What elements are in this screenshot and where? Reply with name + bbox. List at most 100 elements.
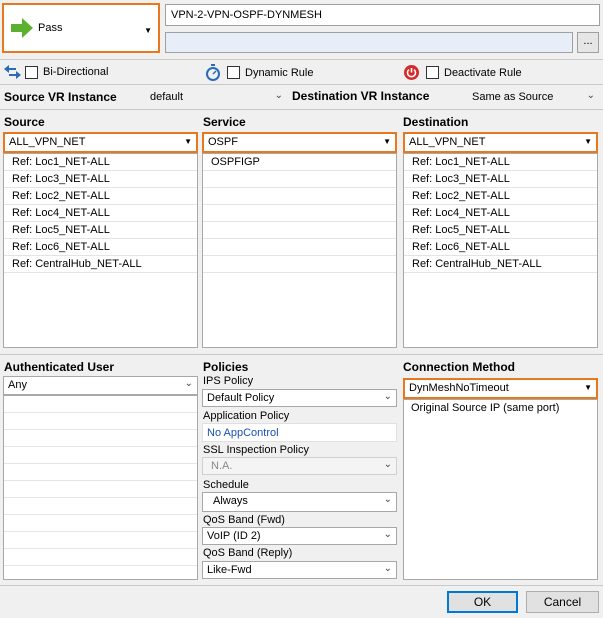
deactivate-rule-option[interactable]: Deactivate Rule: [404, 65, 522, 80]
list-item[interactable]: Ref: Loc6_NET-ALL: [404, 239, 597, 256]
dynamic-rule-checkbox[interactable]: [227, 66, 240, 79]
rule-comment-field[interactable]: [165, 32, 573, 53]
source-vr-dropdown[interactable]: default ⌄: [146, 89, 287, 108]
destination-vr-label: Destination VR Instance: [292, 89, 430, 103]
chevron-down-icon: ⌄: [383, 529, 392, 540]
bidirectional-arrows-icon: [4, 65, 21, 79]
bidirectional-label: Bi-Directional: [43, 66, 109, 78]
caret-down-icon: ▼: [184, 137, 192, 146]
source-dropdown[interactable]: ALL_VPN_NET ▼: [3, 132, 198, 153]
auth-user-list[interactable]: [3, 395, 198, 580]
dynamic-rule-label: Dynamic Rule: [245, 66, 314, 79]
source-list[interactable]: Ref: Loc1_NET-ALL Ref: Loc3_NET-ALL Ref:…: [3, 153, 198, 348]
auth-user-dropdown[interactable]: Any ⌄: [3, 376, 198, 395]
list-item[interactable]: Ref: Loc1_NET-ALL: [404, 154, 597, 171]
qos-reply-value: Like-Fwd: [207, 564, 252, 576]
chevron-down-icon: ⌄: [274, 90, 283, 101]
power-icon: [404, 65, 419, 80]
divider: [0, 585, 603, 586]
ips-policy-label: IPS Policy: [203, 375, 254, 387]
list-item[interactable]: Ref: Loc5_NET-ALL: [404, 222, 597, 239]
destination-header: Destination: [403, 115, 469, 129]
more-button[interactable]: ...: [577, 32, 599, 53]
chevron-down-icon: ⌄: [586, 90, 595, 101]
schedule-dropdown[interactable]: Always ⌄: [202, 492, 397, 512]
schedule-label: Schedule: [203, 479, 249, 491]
source-header: Source: [4, 115, 45, 129]
application-policy-label: Application Policy: [203, 410, 290, 422]
bidirectional-option[interactable]: Bi-Directional: [4, 65, 108, 79]
service-dropdown[interactable]: OSPF ▼: [202, 132, 397, 153]
divider: [0, 354, 603, 355]
stopwatch-icon: [206, 64, 220, 81]
list-item[interactable]: OSPFIGP: [203, 154, 396, 171]
list-item: [203, 171, 396, 188]
list-item: [203, 188, 396, 205]
auth-user-header: Authenticated User: [4, 360, 115, 374]
list-item[interactable]: Ref: Loc2_NET-ALL: [404, 188, 597, 205]
chevron-down-icon: ⌄: [383, 459, 392, 470]
list-item[interactable]: Ref: Loc2_NET-ALL: [4, 188, 197, 205]
ssl-policy-dropdown: N.A. ⌄: [202, 457, 397, 475]
list-item: [203, 239, 396, 256]
caret-down-icon: ▼: [144, 26, 152, 35]
ok-button[interactable]: OK: [447, 591, 518, 613]
dynamic-rule-option[interactable]: Dynamic Rule: [205, 64, 313, 81]
action-dropdown[interactable]: Pass ▼: [2, 3, 160, 53]
auth-user-value: Any: [8, 379, 27, 391]
chevron-down-icon: ⌄: [383, 494, 392, 505]
caret-down-icon: ▼: [383, 137, 391, 146]
ips-policy-dropdown[interactable]: Default Policy ⌄: [202, 389, 397, 407]
list-item[interactable]: Ref: CentralHub_NET-ALL: [404, 256, 597, 273]
list-item[interactable]: Ref: Loc1_NET-ALL: [4, 154, 197, 171]
source-selected: ALL_VPN_NET: [9, 136, 86, 148]
divider: [0, 109, 603, 110]
list-item[interactable]: Original Source IP (same port): [404, 400, 597, 417]
destination-vr-dropdown[interactable]: Same as Source ⌄: [468, 89, 599, 108]
service-selected: OSPF: [208, 136, 238, 148]
qos-fwd-value: VoIP (ID 2): [207, 530, 261, 542]
chevron-down-icon: ⌄: [383, 391, 392, 402]
application-policy-link[interactable]: No AppControl: [202, 423, 397, 442]
chevron-down-icon: ⌄: [184, 378, 193, 389]
list-item[interactable]: Ref: Loc3_NET-ALL: [4, 171, 197, 188]
list-item[interactable]: Ref: Loc3_NET-ALL: [404, 171, 597, 188]
list-item: [203, 205, 396, 222]
rule-name-field[interactable]: VPN-2-VPN-OSPF-DYNMESH: [165, 4, 600, 26]
divider: [0, 84, 603, 85]
list-item[interactable]: Ref: CentralHub_NET-ALL: [4, 256, 197, 273]
green-arrow-icon: [11, 18, 33, 38]
ssl-policy-label: SSL Inspection Policy: [203, 444, 309, 456]
ssl-policy-value: N.A.: [211, 460, 233, 472]
source-vr-label: Source VR Instance: [4, 90, 117, 104]
list-item[interactable]: Ref: Loc4_NET-ALL: [4, 205, 197, 222]
qos-reply-label: QoS Band (Reply): [203, 547, 293, 559]
service-header: Service: [203, 115, 246, 129]
destination-selected: ALL_VPN_NET: [409, 136, 486, 148]
caret-down-icon: ▼: [584, 137, 592, 146]
qos-fwd-label: QoS Band (Fwd): [203, 514, 285, 526]
source-vr-value: default: [150, 91, 184, 103]
deactivate-rule-checkbox[interactable]: [426, 66, 439, 79]
bidirectional-checkbox[interactable]: [25, 65, 38, 79]
divider: [0, 59, 603, 60]
connection-method-dropdown[interactable]: DynMeshNoTimeout ▼: [403, 378, 598, 399]
list-item: [203, 222, 396, 239]
list-item[interactable]: Ref: Loc6_NET-ALL: [4, 239, 197, 256]
list-item[interactable]: Ref: Loc4_NET-ALL: [404, 205, 597, 222]
chevron-down-icon: ⌄: [383, 563, 392, 574]
connection-method-selected: DynMeshNoTimeout: [409, 382, 509, 394]
qos-fwd-dropdown[interactable]: VoIP (ID 2) ⌄: [202, 527, 397, 545]
connection-method-list[interactable]: Original Source IP (same port): [403, 399, 598, 580]
connection-method-header: Connection Method: [403, 360, 515, 374]
action-label: Pass: [38, 22, 63, 34]
destination-list[interactable]: Ref: Loc1_NET-ALL Ref: Loc3_NET-ALL Ref:…: [403, 153, 598, 348]
cancel-button[interactable]: Cancel: [526, 591, 599, 613]
destination-dropdown[interactable]: ALL_VPN_NET ▼: [403, 132, 598, 153]
qos-reply-dropdown[interactable]: Like-Fwd ⌄: [202, 561, 397, 579]
service-list[interactable]: OSPFIGP: [202, 153, 397, 348]
schedule-value: Always: [213, 495, 248, 507]
list-item[interactable]: Ref: Loc5_NET-ALL: [4, 222, 197, 239]
list-item: [203, 256, 396, 273]
ips-policy-value: Default Policy: [207, 392, 275, 404]
